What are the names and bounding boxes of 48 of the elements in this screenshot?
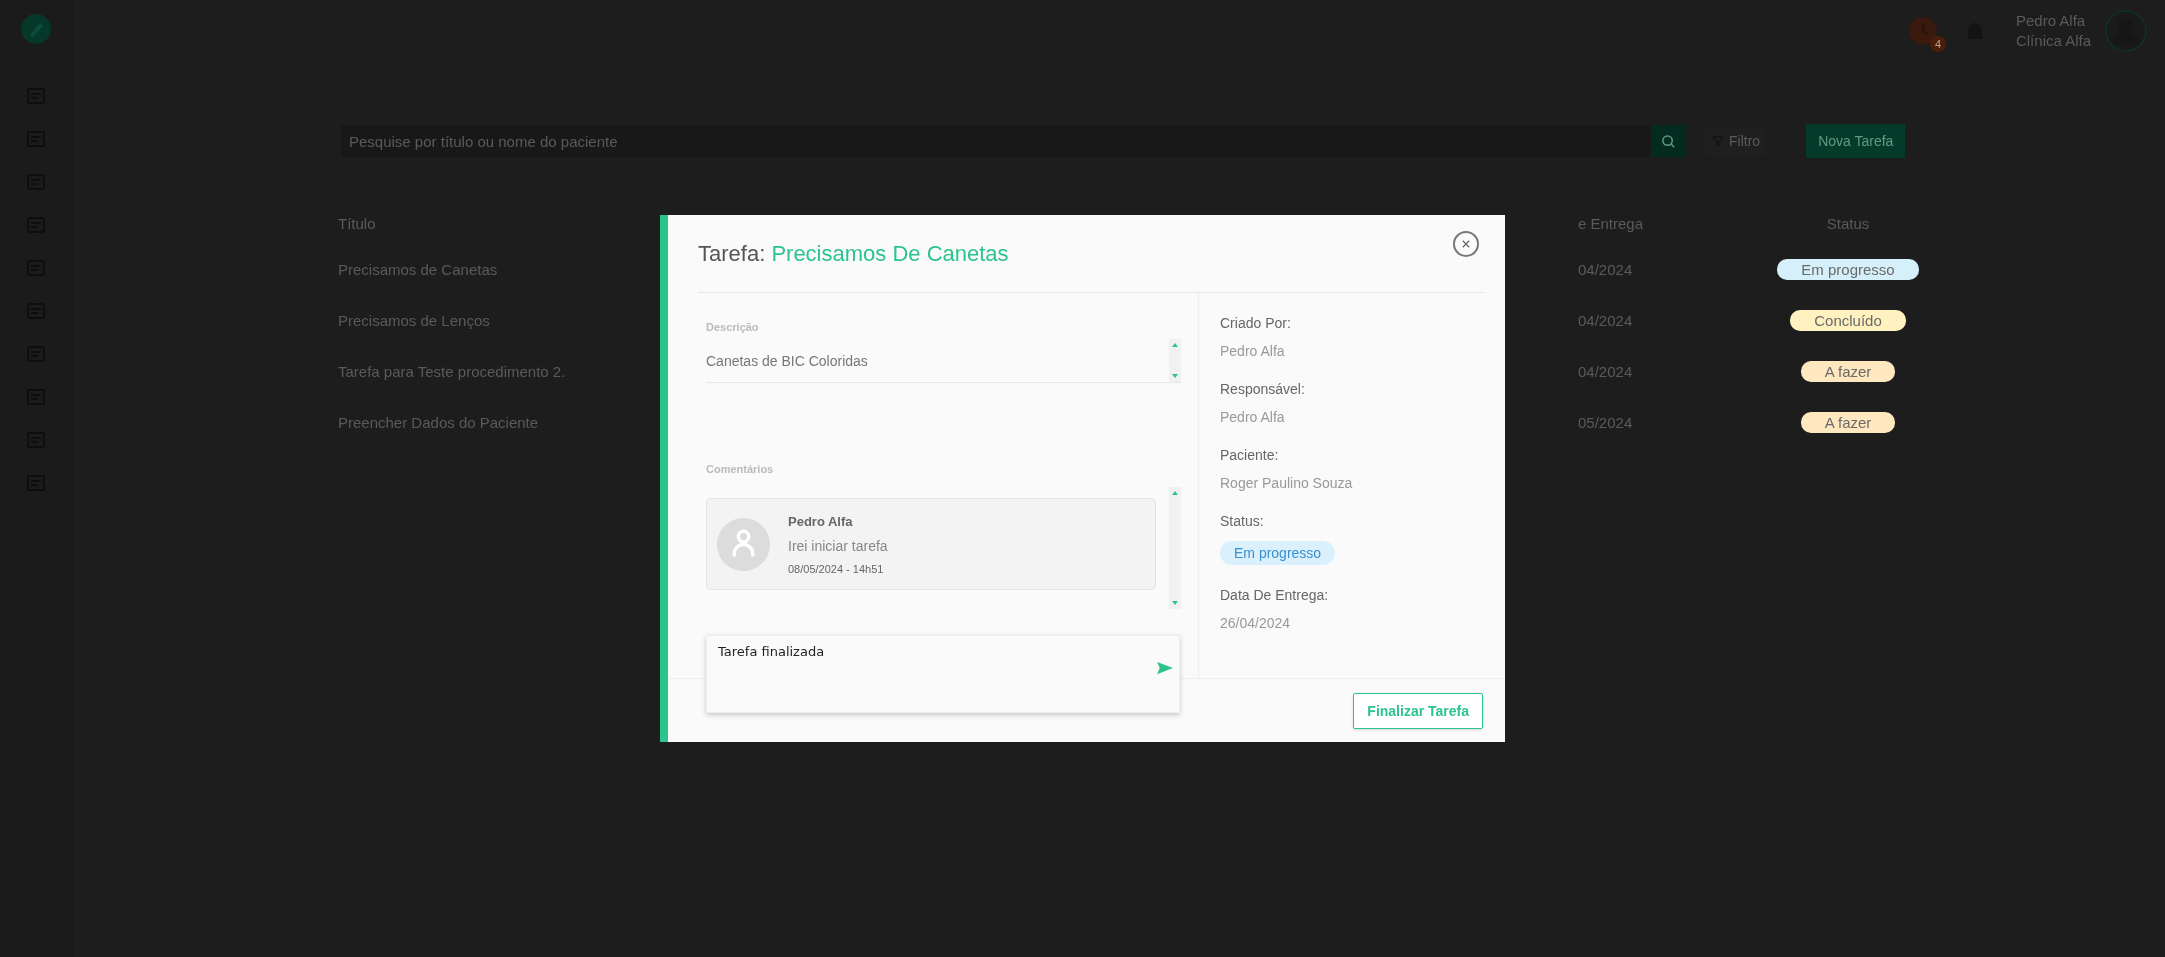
table-cell: Precisamos de Lenços <box>338 312 490 329</box>
status-badge: Em progresso <box>1220 541 1336 565</box>
status-badge: Concluído <box>1790 310 1906 331</box>
user-name: Pedro Alfa <box>2015 11 2087 31</box>
clinic-name: Clínica Alfa <box>2015 31 2091 51</box>
scrollbar[interactable] <box>1169 487 1181 609</box>
search-button[interactable] <box>1651 125 1685 157</box>
status-badge: Em progresso <box>1777 259 1919 280</box>
finish-task-button[interactable]: Finalizar Tarefa <box>1353 692 1483 729</box>
avatar-icon <box>717 517 770 571</box>
table-cell: Tarefa para Teste procedimento 2. <box>338 363 566 380</box>
comments-label: Comentários <box>706 463 775 475</box>
description-label: Descrição <box>706 321 760 333</box>
table-cell: 04/2024 <box>1578 312 1633 329</box>
table-cell: Preencher Dados do Paciente <box>338 414 539 431</box>
status-badge: A fazer <box>1800 412 1896 433</box>
logo-icon[interactable] <box>21 14 51 44</box>
dialog-title: Tarefa: Precisamos De Canetas <box>698 240 1009 267</box>
table-cell: 04/2024 <box>1578 363 1633 380</box>
comment-text: Irei iniciar tarefa <box>788 537 888 554</box>
column-header: e Entrega <box>1578 214 1644 232</box>
description-text: Canetas de BIC Coloridas <box>706 352 868 369</box>
table-cell: Precisamos de Canetas <box>338 261 498 278</box>
send-icon[interactable] <box>1156 661 1174 675</box>
search-field[interactable]: Pesquise por título ou nome do paciente <box>341 125 1651 157</box>
status-badge: A fazer <box>1800 361 1896 382</box>
table-cell: 05/2024 <box>1578 414 1633 431</box>
scrollbar[interactable] <box>1169 339 1181 382</box>
comment-input[interactable]: Tarefa finalizada <box>706 635 1180 713</box>
table-cell: 04/2024 <box>1578 261 1633 278</box>
column-header: Status <box>1826 214 1870 232</box>
notification-badge: 4 <box>1929 36 1946 52</box>
detail-value: Pedro Alfa <box>1220 409 1286 425</box>
close-button[interactable] <box>1453 230 1479 257</box>
detail-label: Paciente: <box>1220 447 1280 463</box>
detail-value: Pedro Alfa <box>1220 343 1286 359</box>
avatar-icon[interactable] <box>2105 10 2147 52</box>
detail-value: Roger Paulino Souza <box>1220 475 1353 491</box>
comment-author: Pedro Alfa <box>788 513 854 529</box>
detail-value: 26/04/2024 <box>1220 615 1292 631</box>
search-icon <box>1660 133 1676 149</box>
comment-time: 08/05/2024 - 14h51 <box>788 562 885 575</box>
detail-label: Responsável: <box>1220 381 1306 397</box>
detail-label: Data De Entrega: <box>1220 587 1330 603</box>
detail-label: Criado Por: <box>1220 315 1292 331</box>
detail-label: Status: <box>1220 513 1265 529</box>
column-header: Título <box>338 214 376 232</box>
new-task-button[interactable]: Nova Tarefa <box>1806 124 1906 158</box>
